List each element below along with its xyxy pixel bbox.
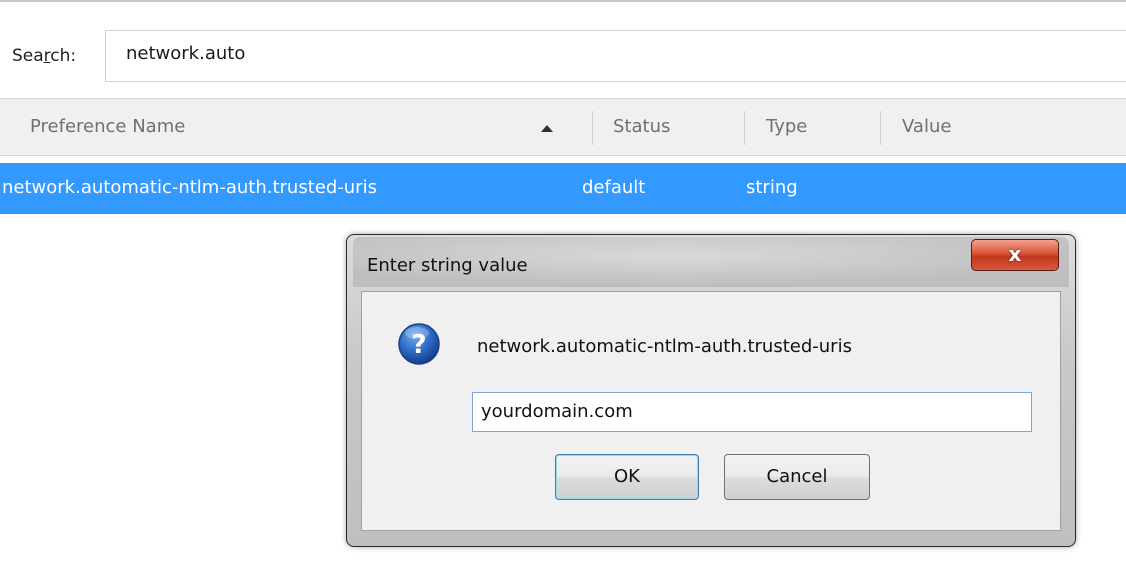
string-value-input-box[interactable] [472,392,1032,432]
string-value-input[interactable] [481,401,1021,422]
search-input[interactable] [126,43,1026,64]
search-box[interactable] [105,30,1126,82]
dialog-title: Enter string value [367,255,528,276]
column-header-row: Preference Name Status Type Value [0,98,1126,156]
enter-string-value-dialog: Enter string value x ? network.automatic… [346,234,1076,547]
column-status[interactable]: Status [613,116,670,137]
row-preference-name: network.automatic-ntlm-auth.trusted-uris [2,177,377,198]
svg-text:?: ? [411,330,426,360]
dialog-body: ? network.automatic-ntlm-auth.trusted-ur… [361,291,1061,531]
about-config-window: Search: Preference Name Status Type Valu… [0,0,1126,562]
search-label: Search: [12,46,76,66]
sort-ascending-icon [541,125,553,132]
question-icon: ? [398,323,440,365]
row-status: default [582,177,646,198]
row-type: string [746,177,798,198]
column-divider[interactable] [880,111,881,145]
column-preference-name[interactable]: Preference Name [30,116,185,137]
cancel-button[interactable]: Cancel [724,454,870,500]
search-row: Search: [0,2,1126,98]
dialog-message: network.automatic-ntlm-auth.trusted-uris [477,336,852,357]
column-type[interactable]: Type [766,116,807,137]
close-button[interactable]: x [971,239,1059,271]
preference-row-selected[interactable]: network.automatic-ntlm-auth.trusted-uris… [0,163,1126,214]
column-value[interactable]: Value [902,116,951,137]
search-label-prefix: Sea [12,46,44,66]
close-icon: x [1008,242,1022,266]
column-divider[interactable] [592,111,593,145]
search-label-suffix: ch: [50,46,77,66]
ok-button[interactable]: OK [555,454,699,500]
column-divider[interactable] [744,111,745,145]
